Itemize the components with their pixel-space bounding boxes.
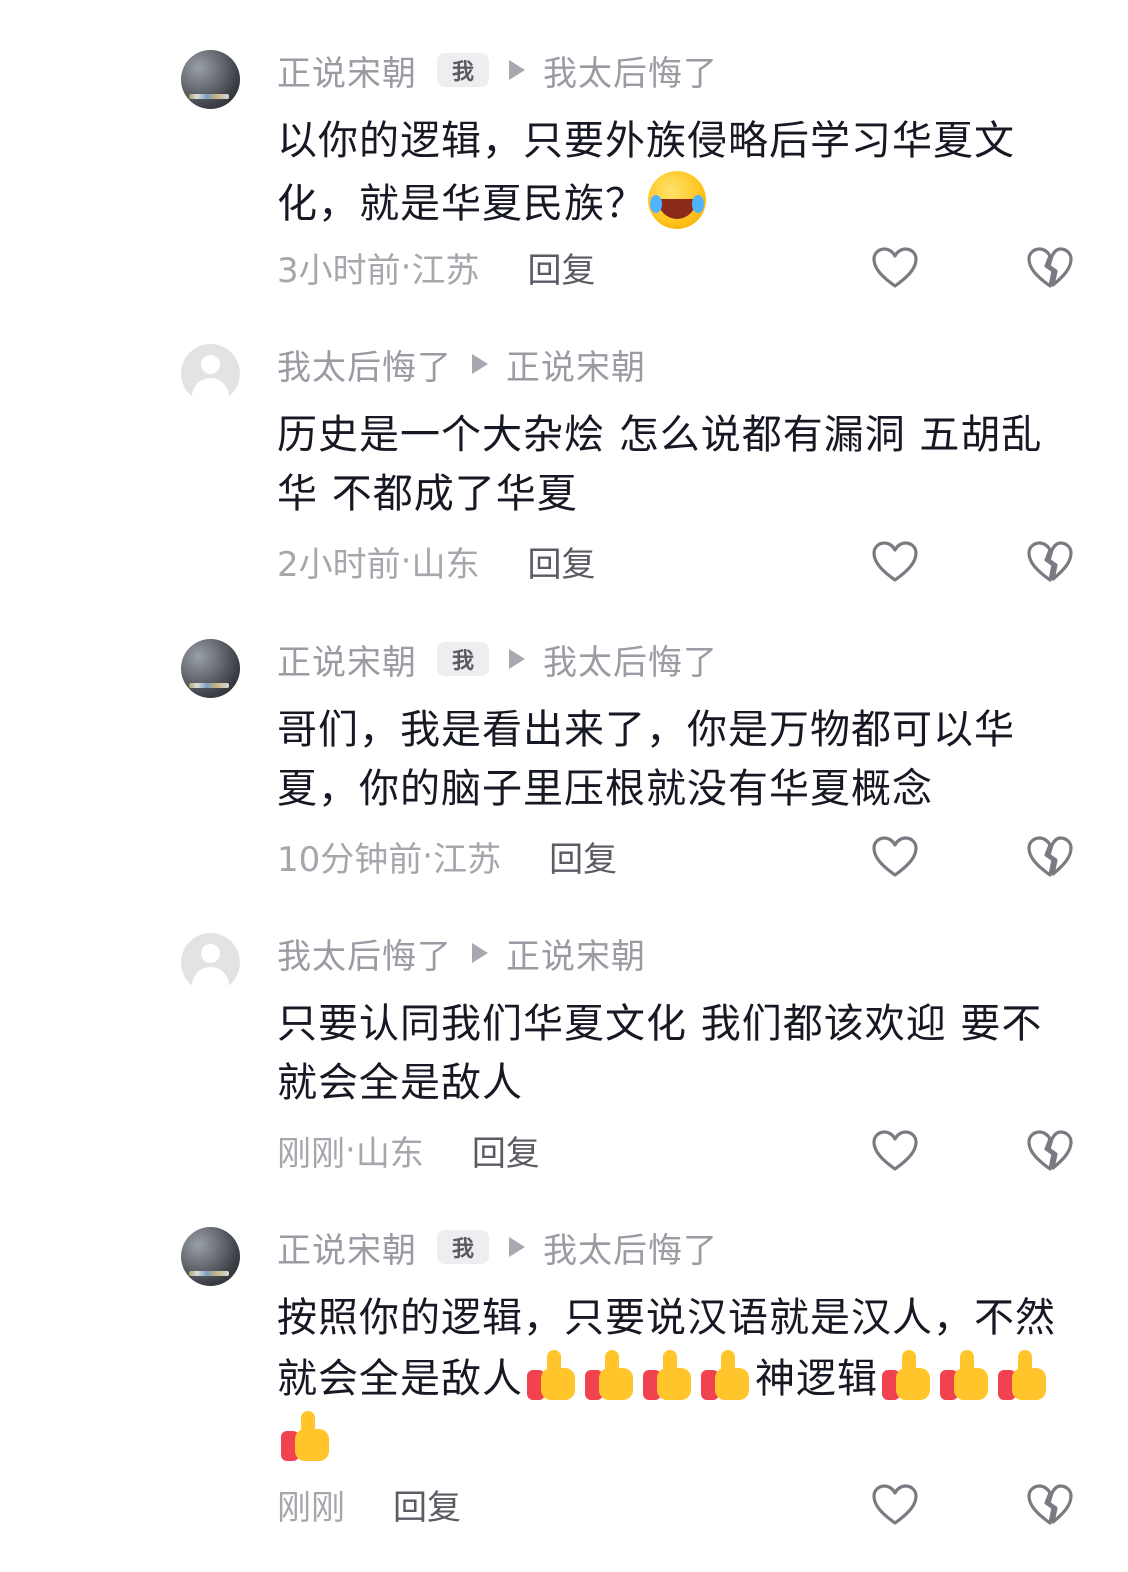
comment-text: 哥们，我是看出来了，你是万物都可以华夏，你的脑子里压根就没有华夏概念 (277, 701, 1077, 819)
laugh-cry-emoji-icon (648, 171, 706, 229)
thumbs-up-emoji-icon (699, 1348, 753, 1402)
heart-icon[interactable] (871, 1483, 919, 1527)
thumbs-up-emoji-icon (525, 1348, 579, 1402)
reply-button[interactable]: 回复 (549, 832, 617, 881)
comment-time: 刚刚 (277, 1487, 345, 1528)
heart-icon[interactable] (871, 540, 919, 584)
reply-button[interactable]: 回复 (527, 537, 595, 586)
me-badge: 我 (437, 642, 489, 676)
heart-icon[interactable] (871, 835, 919, 879)
me-badge: 我 (437, 1230, 489, 1264)
avatar-body-shape (192, 378, 229, 403)
reply-to-name[interactable]: 我太后悔了 (543, 635, 718, 684)
reply-button[interactable]: 回复 (393, 1480, 461, 1529)
reply-to-name[interactable]: 正说宋朝 (506, 340, 646, 389)
thumbs-up-emoji-icon (938, 1348, 992, 1402)
comment-header: 正说宋朝 我 我太后悔了 (277, 1217, 718, 1277)
meta-separator: · (422, 836, 434, 876)
comment-location: 山东 (411, 544, 480, 585)
avatar-head-shape (201, 355, 220, 374)
avatar[interactable] (181, 639, 240, 698)
broken-heart-icon[interactable] (1026, 1483, 1074, 1527)
comment-text: 历史是一个大杂烩 怎么说都有漏洞 五胡乱华 不都成了华夏 (277, 406, 1077, 524)
thumbs-up-emoji-icon (996, 1348, 1050, 1402)
comment-text-part: 只要认同我们华夏文化 我们都该欢迎 要不就会全是敌人 (277, 1001, 1043, 1106)
reply-button[interactable]: 回复 (527, 243, 595, 292)
comment-text-part: 以你的逻辑，只要外族侵略后学习华夏文化，就是华夏民族？ (277, 118, 1015, 227)
thumbs-up-emoji-icon (279, 1409, 333, 1463)
author-name[interactable]: 我太后悔了 (277, 340, 452, 389)
reply-button[interactable]: 回复 (472, 1126, 540, 1175)
avatar-body-shape (192, 967, 229, 992)
avatar[interactable] (181, 933, 240, 992)
comment-text-part: 神逻辑 (755, 1356, 878, 1402)
broken-heart-icon[interactable] (1026, 246, 1074, 290)
avatar-head-shape (201, 944, 220, 963)
author-name[interactable]: 正说宋朝 (277, 1223, 417, 1272)
meta-separator: · (345, 1130, 356, 1170)
avatar[interactable] (181, 50, 240, 109)
broken-heart-icon[interactable] (1026, 1129, 1074, 1173)
comment-time: 2小时前 (277, 544, 401, 585)
author-name[interactable]: 正说宋朝 (277, 46, 417, 95)
reply-to-name[interactable]: 正说宋朝 (506, 929, 646, 978)
reply-arrow-icon (509, 60, 525, 80)
comment-meta: 10分钟前 · 江苏 回复 (277, 831, 617, 881)
thumbs-up-emoji-icon (880, 1348, 934, 1402)
comment-header: 正说宋朝 我 我太后悔了 (277, 629, 718, 689)
comment-text: 只要认同我们华夏文化 我们都该欢迎 要不就会全是敌人 (277, 995, 1077, 1113)
comment-text-part: 历史是一个大杂烩 怎么说都有漏洞 五胡乱华 不都成了华夏 (277, 412, 1043, 517)
comment-header: 正说宋朝 我 我太后悔了 (277, 40, 718, 100)
comment-meta: 刚刚 回复 (277, 1479, 461, 1529)
comment-text: 以你的逻辑，只要外族侵略后学习华夏文化，就是华夏民族？ (277, 112, 1077, 234)
reply-arrow-icon (509, 649, 525, 669)
author-name[interactable]: 我太后悔了 (277, 929, 452, 978)
thumbs-up-emoji-icon (583, 1348, 637, 1402)
heart-icon[interactable] (871, 246, 919, 290)
comment-header: 我太后悔了 正说宋朝 (277, 334, 646, 394)
comment-meta: 2小时前 · 山东 回复 (277, 536, 595, 586)
comment-meta: 3小时前 · 江苏 回复 (277, 242, 595, 292)
broken-heart-icon[interactable] (1026, 540, 1074, 584)
reply-arrow-icon (509, 1237, 525, 1257)
thumbs-up-emoji-icon (641, 1348, 695, 1402)
comment-time: 3小时前 (277, 250, 401, 291)
comment-text-part: 哥们，我是看出来了，你是万物都可以华夏，你的脑子里压根就没有华夏概念 (277, 707, 1015, 812)
comment-text: 按照你的逻辑，只要说汉语就是汉人，不然就会全是敌人 神逻辑 (277, 1289, 1077, 1470)
meta-separator: · (400, 247, 412, 287)
comment-location: 江苏 (411, 250, 480, 291)
author-name[interactable]: 正说宋朝 (277, 635, 417, 684)
comment-time: 刚刚 (277, 1133, 345, 1174)
broken-heart-icon[interactable] (1026, 835, 1074, 879)
comment-time: 10分钟前 (277, 839, 423, 880)
reply-to-name[interactable]: 我太后悔了 (543, 46, 718, 95)
comment-location: 江苏 (433, 839, 502, 880)
reply-arrow-icon (472, 354, 488, 374)
me-badge: 我 (437, 53, 489, 87)
comment-thread: 正说宋朝 我 我太后悔了 以你的逻辑，只要外族侵略后学习华夏文化，就是华夏民族？… (0, 0, 1128, 1572)
reply-to-name[interactable]: 我太后悔了 (543, 1223, 718, 1272)
comment-header: 我太后悔了 正说宋朝 (277, 923, 646, 983)
heart-icon[interactable] (871, 1129, 919, 1173)
comment-location: 山东 (355, 1133, 424, 1174)
meta-separator: · (400, 541, 412, 581)
comment-meta: 刚刚 · 山东 回复 (277, 1125, 540, 1175)
avatar[interactable] (181, 344, 240, 403)
reply-arrow-icon (472, 943, 488, 963)
avatar[interactable] (181, 1227, 240, 1286)
